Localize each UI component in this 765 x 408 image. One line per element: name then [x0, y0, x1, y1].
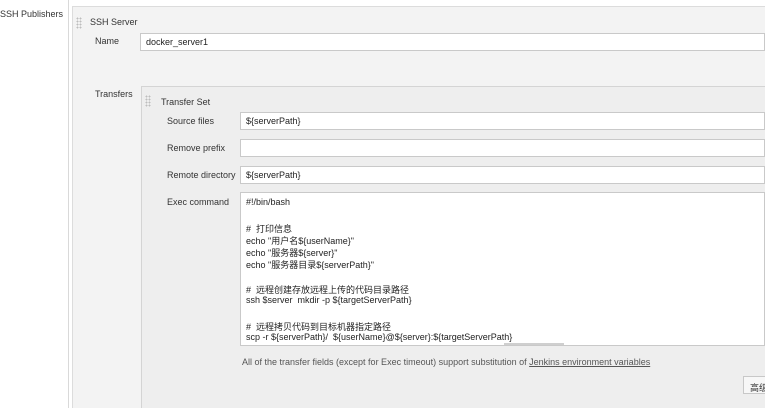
name-input[interactable]: docker_server1: [140, 33, 765, 51]
transfers-label: Transfers: [95, 89, 133, 99]
ssh-server-title: SSH Server: [90, 17, 138, 27]
exec-line: ssh $server mkdir -p ${targetServerPath}: [246, 295, 412, 305]
exec-command-label: Exec command: [167, 197, 230, 207]
remove-prefix-input[interactable]: [240, 139, 765, 157]
left-nav: SSH Publishers: [0, 0, 68, 408]
remove-prefix-label: Remove prefix: [167, 143, 226, 153]
source-files-input[interactable]: ${serverPath}: [240, 112, 765, 130]
remote-directory-input[interactable]: ${serverPath}: [240, 166, 765, 184]
jenkins-ssh-publisher-config: SSH Publishers SSH Server Name docker_se…: [0, 0, 765, 408]
advanced-button[interactable]: 高级: [743, 376, 765, 394]
jenkins-env-variables-link[interactable]: Jenkins environment variables: [529, 357, 650, 367]
textarea-scrollbar[interactable]: [504, 343, 564, 345]
remote-directory-label: Remote directory: [167, 170, 236, 180]
transfer-set-title: Transfer Set: [161, 97, 211, 107]
exec-line: echo "服务器目录${serverPath}": [246, 260, 374, 270]
exec-line: #!/bin/bash: [246, 197, 291, 207]
divider: [68, 0, 69, 408]
ssh-publishers-label: SSH Publishers: [0, 9, 64, 19]
exec-command-textarea[interactable]: #!/bin/bash # 打印信息 echo "用户名${userName}"…: [240, 192, 765, 346]
drag-handle-icon[interactable]: [145, 95, 151, 107]
transfer-help-text: All of the transfer fields (except for E…: [242, 357, 650, 367]
drag-handle-icon[interactable]: [76, 17, 82, 29]
name-label: Name: [95, 36, 120, 46]
help-prefix: All of the transfer fields (except for E…: [242, 357, 530, 367]
exec-line: scp -r ${serverPath}/ ${userName}@${serv…: [246, 332, 513, 342]
source-files-label: Source files: [167, 116, 215, 126]
